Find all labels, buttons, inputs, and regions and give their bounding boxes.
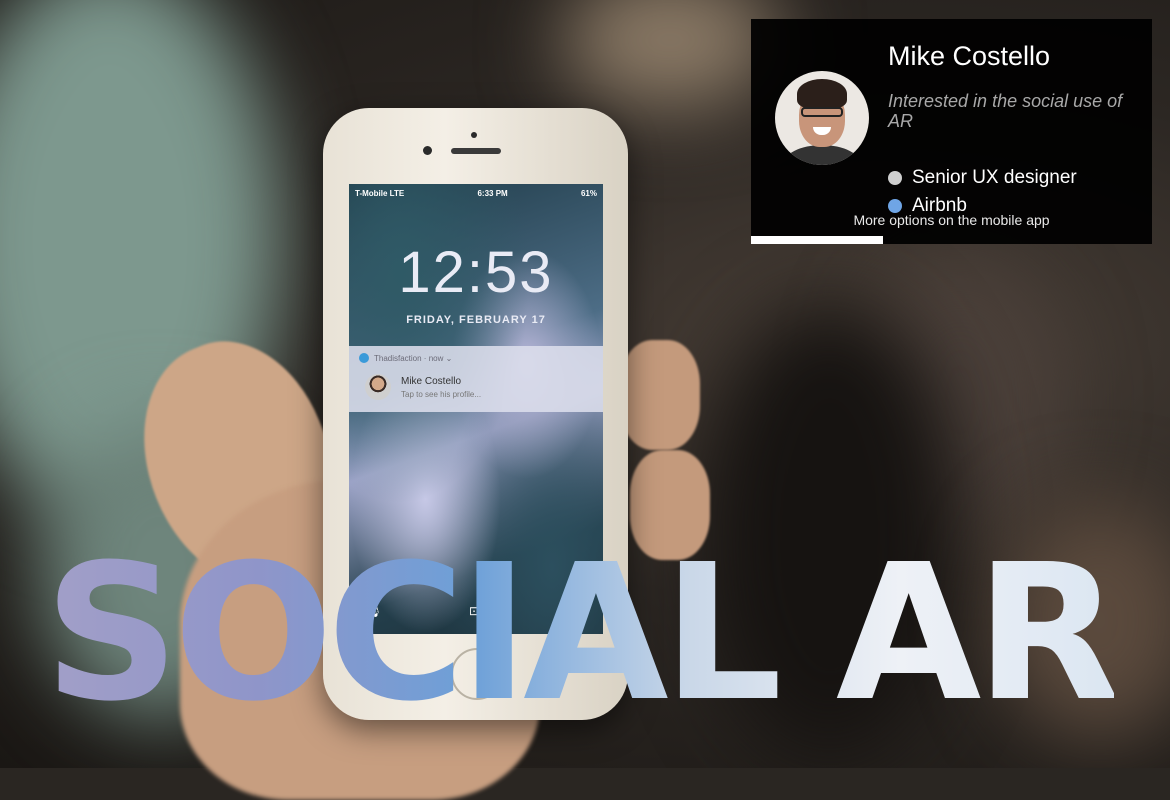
avatar-shirt [783, 145, 861, 165]
phone-front-camera [423, 146, 432, 155]
avatar [775, 71, 869, 165]
lock-date: FRIDAY, FEBRUARY 17 [406, 314, 546, 326]
social-ar-title: SOCIAL AR [44, 524, 1120, 743]
carrier-label: T-Mobile LTE [355, 188, 405, 198]
avatar-hair [797, 79, 847, 109]
notification-app-line: Thadisfaction · now ⌄ [359, 353, 452, 363]
notification-title: Mike Costello [401, 376, 462, 387]
phone-sensor [471, 132, 477, 138]
notification-body: Tap to see his profile... [401, 390, 482, 399]
battery-label: 61% [580, 188, 597, 198]
more-options-link[interactable]: More options on the mobile app [751, 212, 1152, 228]
company-dot-icon [888, 199, 902, 213]
profile-card: Mike Costello Interested in the social u… [751, 19, 1152, 244]
avatar-glasses [801, 107, 843, 117]
status-time: 6:33 PM [477, 188, 508, 198]
background-light [560, 0, 780, 110]
profile-role-row: Senior UX designer [888, 167, 1077, 189]
progress-bar [751, 236, 1152, 244]
profile-tagline: Interested in the social use of AR [888, 91, 1123, 131]
notification[interactable]: Thadisfaction · now ⌄ Mike Costello Tap … [349, 346, 603, 412]
profile-name: Mike Costello [888, 41, 1051, 71]
profile-role: Senior UX designer [912, 167, 1077, 188]
phone-speaker [451, 148, 501, 154]
status-bar: T-Mobile LTE 6:33 PM 61% [349, 184, 603, 202]
finger [620, 340, 700, 450]
progress-fill [751, 236, 884, 244]
role-dot-icon [888, 171, 902, 185]
notification-app-name: Thadisfaction · now ⌄ [374, 353, 453, 363]
lock-clock: 12:53 [398, 240, 554, 305]
notification-avatar [365, 374, 391, 400]
app-icon [359, 353, 369, 363]
